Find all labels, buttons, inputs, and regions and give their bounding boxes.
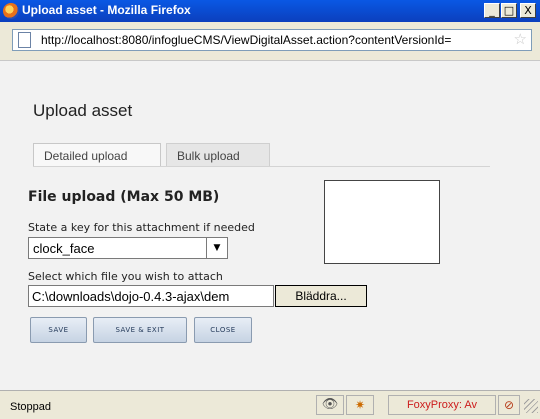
resize-grip[interactable] [524, 399, 538, 413]
window-title: Upload asset - Mozilla Firefox [22, 3, 191, 17]
page-title: Upload asset [33, 101, 133, 120]
address-bar: http://localhost:8080/infoglueCMS/ViewDi… [0, 22, 540, 60]
url-text[interactable]: http://localhost:8080/infoglueCMS/ViewDi… [41, 33, 511, 47]
close-button[interactable]: CLOSE [194, 317, 252, 343]
key-select[interactable]: clock_face ▼ [28, 237, 228, 259]
bookmark-star-icon[interactable]: ☆ [514, 30, 527, 48]
minimize-button[interactable]: _ [484, 3, 500, 18]
chevron-down-icon[interactable]: ▼ [206, 238, 227, 258]
eye-icon[interactable]: 👁 [316, 395, 344, 415]
page-icon [18, 32, 31, 48]
browse-button[interactable]: Bläddra... [275, 285, 367, 307]
firebug-icon[interactable]: ✷ [346, 395, 374, 415]
foxyproxy-status[interactable]: FoxyProxy: Av [388, 395, 496, 415]
tab-detailed-upload[interactable]: Detailed upload [33, 143, 161, 167]
page-content: Upload asset Detailed upload Bulk upload… [0, 60, 540, 391]
key-label: State a key for this attachment if neede… [28, 221, 255, 234]
file-path-value: C:\downloads\dojo-0.4.3-ajax\dem [32, 289, 230, 304]
file-upload-title: File upload (Max 50 MB) [28, 189, 220, 205]
firefox-window: Upload asset - Mozilla Firefox _ □ X htt… [0, 0, 540, 419]
maximize-button[interactable]: □ [501, 3, 517, 18]
stop-sign-icon[interactable]: ⊘ [498, 395, 520, 415]
save-button[interactable]: SAVE [30, 317, 87, 343]
title-bar: Upload asset - Mozilla Firefox _ □ X [0, 0, 540, 22]
save-exit-button[interactable]: SAVE & EXIT [93, 317, 187, 343]
key-select-value: clock_face [33, 241, 95, 256]
close-window-button[interactable]: X [520, 3, 536, 18]
image-preview-box [324, 180, 440, 264]
firefox-logo-icon [3, 3, 19, 19]
tab-bulk-upload[interactable]: Bulk upload [166, 143, 270, 167]
tab-divider [33, 166, 490, 167]
status-bar: Stoppad 👁 ✷ FoxyProxy: Av ⊘ [0, 390, 540, 419]
url-field[interactable]: http://localhost:8080/infoglueCMS/ViewDi… [12, 29, 532, 51]
file-label: Select which file you wish to attach [28, 270, 223, 283]
file-path-input[interactable]: C:\downloads\dojo-0.4.3-ajax\dem [28, 285, 274, 307]
status-text: Stoppad [10, 401, 51, 413]
